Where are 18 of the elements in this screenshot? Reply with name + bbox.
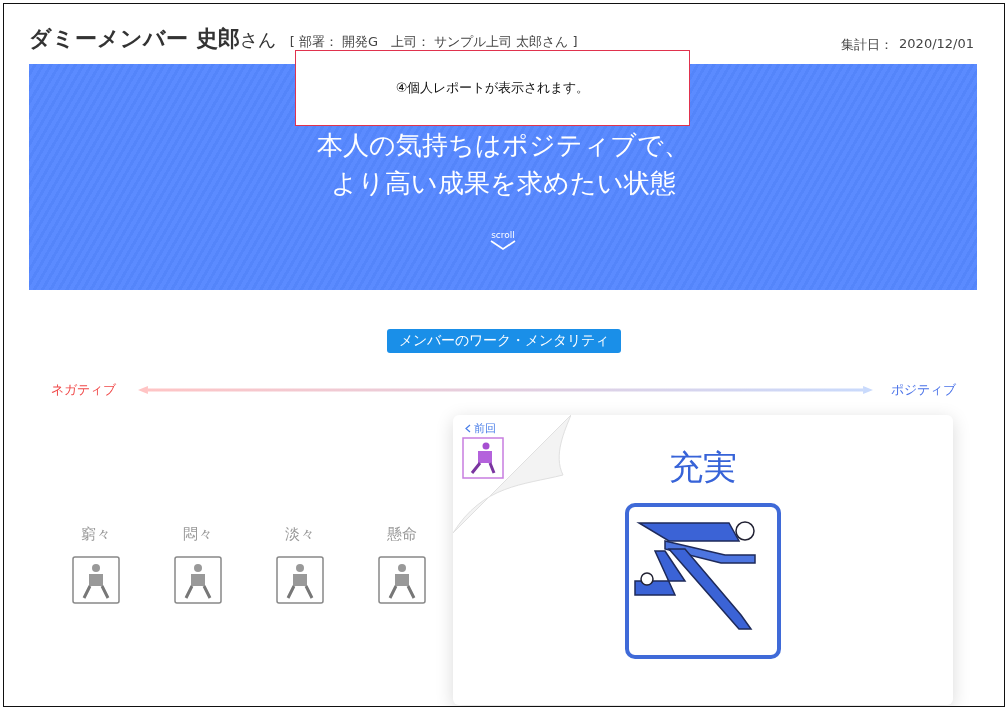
member-meta: [ 部署： 開発G 上司： サンプル上司 太郎さん ] xyxy=(289,33,578,51)
banner-text: 本人の気持ちはポジティブで、 xyxy=(316,129,690,162)
negative-label: ネガティブ xyxy=(51,381,116,399)
mood-label: 懸命 xyxy=(387,525,417,544)
date-value: 2020/12/01 xyxy=(899,36,974,53)
scroll-label: scroll xyxy=(491,230,515,240)
honorific: さん xyxy=(239,28,276,52)
member-name: ダミーメンバー 史郎 xyxy=(29,25,240,53)
positive-label: ポジティブ xyxy=(891,381,956,399)
date-label: 集計日： xyxy=(841,36,894,54)
state-title: 充実 xyxy=(669,446,737,489)
banner-text: より高い成果を求めたい状態 xyxy=(330,167,676,200)
notice-text: ④個人レポートが表示されます。 xyxy=(395,79,590,97)
mood-label: 窮々 xyxy=(81,525,111,544)
previous-link[interactable]: 前回 xyxy=(465,421,496,436)
mood-label: 淡々 xyxy=(285,525,315,544)
section-title: メンバーのワーク・メンタリティ xyxy=(387,329,621,353)
mood-label: 悶々 xyxy=(183,525,213,544)
